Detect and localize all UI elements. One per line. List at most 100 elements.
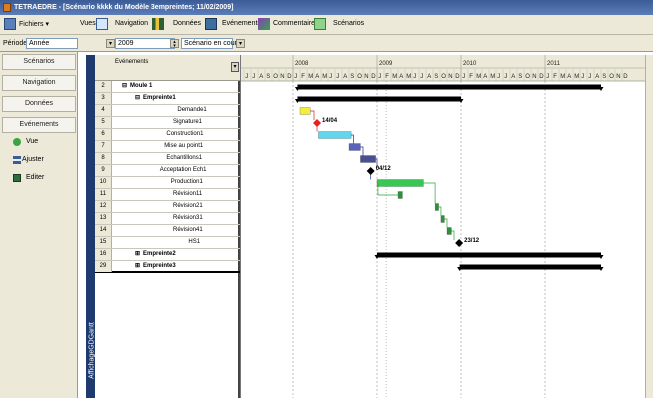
expand-toggle-icon[interactable]: ⊟ <box>135 95 140 101</box>
table-row[interactable]: 12 Révision21 <box>95 201 240 213</box>
menu-scenarios[interactable]: Scénarios <box>333 20 364 27</box>
event-name: Acceptation Ech1 <box>159 167 207 173</box>
event-cell[interactable]: ⊟ Empreinte1 <box>135 93 176 104</box>
vue-icon[interactable] <box>13 138 21 146</box>
event-cell[interactable]: Demande1 <box>177 105 207 116</box>
link-miseaupoint-echantillons <box>360 146 364 156</box>
event-cell[interactable]: Signature1 <box>173 117 207 128</box>
month-tick-label: F <box>301 74 305 80</box>
event-cell[interactable]: Production1 <box>171 177 208 188</box>
month-tick-label: J <box>588 74 591 80</box>
table-row[interactable]: 13 Révision31 <box>95 213 240 225</box>
events-grid-header: Evénements <box>95 55 240 81</box>
event-cell[interactable]: Révision11 <box>173 189 207 200</box>
event-cell[interactable]: Construction1 <box>166 129 210 140</box>
commentaires-icon[interactable] <box>314 18 326 30</box>
scenario-select[interactable]: Scénario en cours <box>181 38 240 49</box>
vertical-scrollbar[interactable] <box>645 55 653 398</box>
file-icon[interactable] <box>4 18 16 30</box>
month-tick-label: F <box>385 74 389 80</box>
link-revision21-revision31 <box>438 206 442 216</box>
event-name: Empreinte3 <box>143 263 176 269</box>
row-number: 9 <box>95 165 112 176</box>
periode-select[interactable]: Année <box>26 38 78 49</box>
table-row[interactable]: 2 ⊟ Moule 1 <box>95 81 240 93</box>
donnees-icon[interactable] <box>205 18 217 30</box>
task-bar-revision41 <box>446 227 452 235</box>
vues-icon[interactable] <box>96 18 108 30</box>
event-cell[interactable]: Mise au point1 <box>164 141 212 152</box>
editer-icon[interactable] <box>13 174 21 182</box>
month-tick-label: J <box>245 74 248 80</box>
sidebar-item-ajuster[interactable]: Ajuster <box>22 156 44 163</box>
year-input[interactable]: 2009 <box>115 38 175 49</box>
month-tick-label: F <box>469 74 473 80</box>
year-label: 2011 <box>547 61 561 67</box>
event-cell[interactable]: Echantillons1 <box>166 153 210 164</box>
expand-toggle-icon[interactable]: ⊞ <box>135 263 140 269</box>
event-name: Demande1 <box>177 107 207 113</box>
month-tick-label: O <box>609 74 614 80</box>
milestone-signature1 <box>313 119 322 127</box>
sidebar-button-evenements[interactable]: Evénements <box>2 117 76 133</box>
month-tick-label: A <box>343 74 347 80</box>
navigation-icon[interactable] <box>152 18 164 30</box>
table-row[interactable]: 11 Révision11 <box>95 189 240 201</box>
event-cell[interactable]: ⊟ Moule 1 <box>122 81 152 92</box>
table-row[interactable]: 6 Construction1 <box>95 129 240 141</box>
event-cell[interactable]: HS1 <box>188 237 200 248</box>
sidebar-button-navigation[interactable]: Navigation <box>2 75 76 91</box>
grid-column-toggle-icon[interactable]: ▾ <box>231 62 239 72</box>
event-cell[interactable]: ⊞ Empreinte3 <box>135 261 176 272</box>
event-cell[interactable]: ⊞ Empreinte2 <box>135 249 176 260</box>
table-row[interactable]: 4 Demande1 <box>95 105 240 117</box>
table-row[interactable]: 16 ⊞ Empreinte2 <box>95 249 240 261</box>
table-row[interactable]: 29 ⊞ Empreinte3 <box>95 261 240 273</box>
month-tick-label: D <box>371 74 376 80</box>
event-cell[interactable]: Acceptation Ech1 <box>160 165 214 176</box>
table-row[interactable]: 10 Production1 <box>95 177 240 189</box>
expand-toggle-icon[interactable]: ⊞ <box>135 251 140 257</box>
month-tick-label: A <box>511 74 515 80</box>
scenario-dropdown-arrow-icon[interactable]: ▾ <box>236 39 245 48</box>
sidebar-button-scenarios[interactable]: Scénarios <box>2 54 76 70</box>
table-row[interactable]: 5 Signature1 <box>95 117 240 129</box>
event-cell[interactable]: Révision31 <box>173 213 207 224</box>
table-row[interactable]: 7 Mise au point1 <box>95 141 240 153</box>
menu-commentaires[interactable]: Commentaires <box>273 20 319 27</box>
menu-vues[interactable]: Vues <box>80 20 96 27</box>
sidebar-item-editer[interactable]: Editer <box>26 174 44 181</box>
menu-fichiers[interactable]: Fichiers ▾ <box>19 20 49 28</box>
summary-bar-empreinte3 <box>459 264 601 270</box>
table-row[interactable]: 3 ⊟ Empreinte1 <box>95 93 240 105</box>
month-tick-label: N <box>616 74 620 80</box>
event-cell[interactable]: Révision41 <box>173 225 207 236</box>
link-demande-signature <box>310 110 315 120</box>
event-cell[interactable]: Révision21 <box>173 201 207 212</box>
events-grid: Evénements 2 ⊟ Moule 1 3 ⊟ Empreinte1 4 Demande… <box>95 55 240 398</box>
periode-dropdown-arrow-icon[interactable]: ▾ <box>106 39 115 48</box>
table-row[interactable]: 14 Révision41 <box>95 225 240 237</box>
link-revision31-revision41 <box>444 218 448 228</box>
month-tick-label: J <box>420 74 423 80</box>
evenements-icon[interactable] <box>258 18 270 30</box>
milestone-label-acceptation: 04/12 <box>376 166 392 172</box>
task-bar-demande1 <box>299 107 311 115</box>
table-row[interactable]: 9 Acceptation Ech1 <box>95 165 240 177</box>
sidebar-item-vue[interactable]: Vue <box>26 138 38 145</box>
month-tick-label: O <box>273 74 278 80</box>
menu-navigation[interactable]: Navigation <box>115 20 148 27</box>
month-tick-label: A <box>567 74 571 80</box>
table-row[interactable]: 15 HS1 <box>95 237 240 249</box>
table-row[interactable]: 8 Echantillons1 <box>95 153 240 165</box>
month-tick-label: M <box>392 74 397 80</box>
expand-toggle-icon[interactable]: ⊟ <box>122 83 127 89</box>
ajuster-icon[interactable] <box>13 156 21 164</box>
month-tick-label: J <box>546 74 549 80</box>
menu-evenements[interactable]: Evénements <box>222 20 261 27</box>
gantt-svg: JJASONDJFMAMJJASONDJFMAMJJASONDJFMAMJJAS… <box>241 55 653 398</box>
sidebar-button-donnees[interactable]: Données <box>2 96 76 112</box>
year-spinner-icon[interactable]: ▴ ▾ <box>170 39 179 49</box>
menu-donnees[interactable]: Données <box>173 20 201 27</box>
task-bar-construction1 <box>318 131 352 139</box>
